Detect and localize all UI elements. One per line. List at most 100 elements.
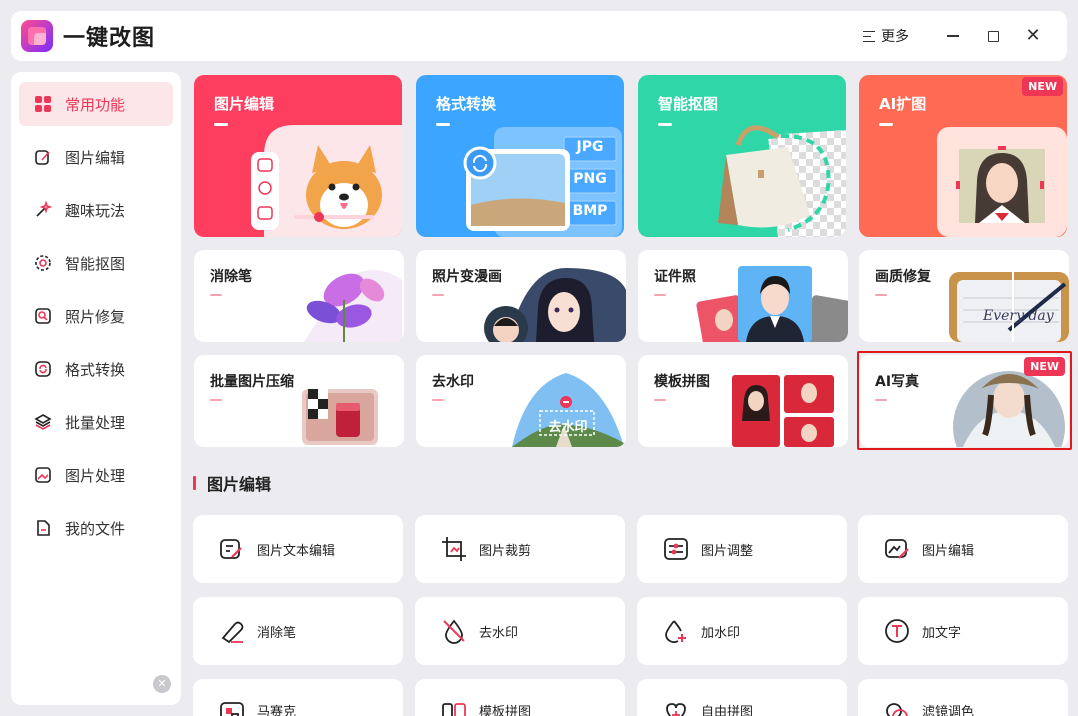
collage-illustration	[732, 375, 834, 447]
compress-illustration	[302, 389, 378, 445]
tool-label: 图片调整	[701, 543, 754, 559]
minimize-icon	[947, 35, 959, 37]
section-accent-bar	[193, 476, 196, 490]
section-title-text: 图片编辑	[207, 475, 272, 494]
sidebar-item-label: 趣味玩法	[65, 201, 126, 220]
tool-mosaic[interactable]: 马赛克	[193, 679, 403, 716]
feature-card-quality-repair[interactable]: 画质修复 Every day	[859, 250, 1069, 342]
feature-card-ai-portrait[interactable]: AI写真 NEW	[859, 355, 1069, 447]
tool-add-watermark[interactable]: 加水印	[637, 597, 847, 665]
feature-card-format-convert[interactable]: 格式转换 JPG PNG BMP	[416, 75, 624, 237]
magic-wand-icon	[34, 201, 52, 219]
notebook-illustration	[949, 272, 1069, 342]
grid-icon	[34, 95, 52, 113]
sidebar-item-label: 格式转换	[65, 360, 126, 379]
remove-watermark-icon	[441, 618, 467, 644]
free-collage-icon	[663, 701, 689, 716]
landscape-illustration	[512, 373, 624, 447]
sidebar-item-my-files[interactable]: 我的文件	[19, 506, 173, 550]
feature-card-id-photo[interactable]: 证件照	[638, 250, 848, 342]
sidebar-item-cutout[interactable]: 智能抠图	[19, 241, 173, 285]
tool-label: 马赛克	[257, 705, 297, 716]
feature-card-eraser[interactable]: 消除笔	[194, 250, 404, 342]
new-badge: NEW	[1022, 77, 1063, 96]
image-icon	[34, 466, 52, 484]
tool-adjust[interactable]: 图片调整	[637, 515, 847, 583]
close-icon: ✕	[1025, 25, 1041, 46]
watermark-sample-text: 去水印	[548, 420, 588, 435]
sidebar-item-common[interactable]: 常用功能	[19, 82, 173, 126]
feature-card-smart-cutout[interactable]: 智能抠图	[638, 75, 846, 237]
file-icon	[34, 519, 52, 537]
sidebar-item-photo-repair[interactable]: 照片修复	[19, 294, 173, 338]
tool-label: 图片文本编辑	[257, 543, 336, 559]
tool-free-collage[interactable]: 自由拼图	[637, 679, 847, 716]
dog-illustration	[251, 125, 402, 237]
crop-icon	[441, 536, 467, 562]
tool-label: 滤镜调色	[922, 705, 975, 716]
mosaic-icon	[219, 701, 245, 716]
filter-icon	[884, 701, 910, 716]
sidebar-item-label: 图片处理	[65, 466, 126, 485]
tool-eraser[interactable]: 消除笔	[193, 597, 403, 665]
sidebar-item-label: 图片编辑	[65, 148, 126, 167]
bag-illustration	[718, 125, 846, 237]
eraser-icon	[219, 618, 245, 644]
sidebar-collapse-button[interactable]: ✕	[153, 675, 171, 693]
add-watermark-icon	[663, 618, 689, 644]
flower-illustration	[304, 270, 402, 342]
tool-label: 图片裁剪	[479, 543, 532, 559]
section-title: 图片编辑	[193, 471, 271, 495]
maximize-button[interactable]	[973, 21, 1013, 51]
adjust-icon	[663, 536, 689, 562]
tool-crop[interactable]: 图片裁剪	[415, 515, 625, 583]
feature-card-image-edit[interactable]: 图片编辑	[194, 75, 402, 237]
sidebar-item-image-process[interactable]: 图片处理	[19, 453, 173, 497]
window-controls: 更多 ✕	[863, 11, 1053, 61]
more-label: 更多	[881, 29, 909, 45]
tool-label: 自由拼图	[701, 705, 754, 716]
template-collage-icon	[441, 701, 467, 716]
sidebar-item-label: 我的文件	[65, 519, 126, 538]
new-badge: NEW	[1024, 357, 1065, 376]
feature-card-remove-watermark[interactable]: 去水印 去水印	[416, 355, 626, 447]
format-label-bmp: BMP	[572, 203, 608, 219]
portrait-illustration	[937, 127, 1067, 237]
tool-template-collage[interactable]: 模板拼图	[415, 679, 625, 716]
edit-icon	[34, 148, 52, 166]
layers-icon	[34, 413, 52, 431]
more-button[interactable]: 更多	[863, 26, 909, 46]
sidebar-item-label: 常用功能	[65, 95, 126, 114]
feature-card-template-collage[interactable]: 模板拼图	[638, 355, 848, 447]
tool-text-edit[interactable]: 图片文本编辑	[193, 515, 403, 583]
sidebar-item-batch[interactable]: 批量处理	[19, 400, 173, 444]
feature-card-batch-compress[interactable]: 批量图片压缩	[194, 355, 404, 447]
format-label-png: PNG	[573, 171, 607, 187]
close-button[interactable]: ✕	[1013, 21, 1053, 51]
tool-image-edit[interactable]: 图片编辑	[858, 515, 1068, 583]
feature-card-photo-to-comic[interactable]: 照片变漫画	[416, 250, 626, 342]
tool-filter[interactable]: 滤镜调色	[858, 679, 1068, 716]
minimize-button[interactable]	[933, 21, 973, 51]
feature-card-ai-expand[interactable]: AI扩图 NEW	[859, 75, 1067, 237]
sidebar-item-convert[interactable]: 格式转换	[19, 347, 173, 391]
sidebar-item-image-edit[interactable]: 图片编辑	[19, 135, 173, 179]
id-photo-illustration	[696, 266, 848, 342]
tool-add-text[interactable]: 加文字	[858, 597, 1068, 665]
image-edit-icon	[884, 536, 910, 562]
text-edit-icon	[219, 536, 245, 562]
photo-repair-icon	[34, 307, 52, 325]
sidebar: 常用功能 图片编辑 趣味玩法 智能抠图 照片修复 格式转换 批量处理 图片处理 …	[11, 72, 181, 705]
app-logo-icon	[21, 20, 53, 52]
tool-label: 加水印	[701, 625, 741, 641]
app-title: 一键改图	[63, 26, 156, 51]
maximize-icon	[987, 30, 999, 42]
sidebar-item-label: 批量处理	[65, 413, 126, 432]
comic-girl-illustration	[484, 268, 626, 342]
tool-label: 模板拼图	[479, 705, 532, 716]
tool-label: 图片编辑	[922, 543, 975, 559]
tool-label: 去水印	[479, 625, 519, 641]
tool-remove-watermark[interactable]: 去水印	[415, 597, 625, 665]
tool-label: 消除笔	[257, 625, 297, 641]
sidebar-item-fun[interactable]: 趣味玩法	[19, 188, 173, 232]
